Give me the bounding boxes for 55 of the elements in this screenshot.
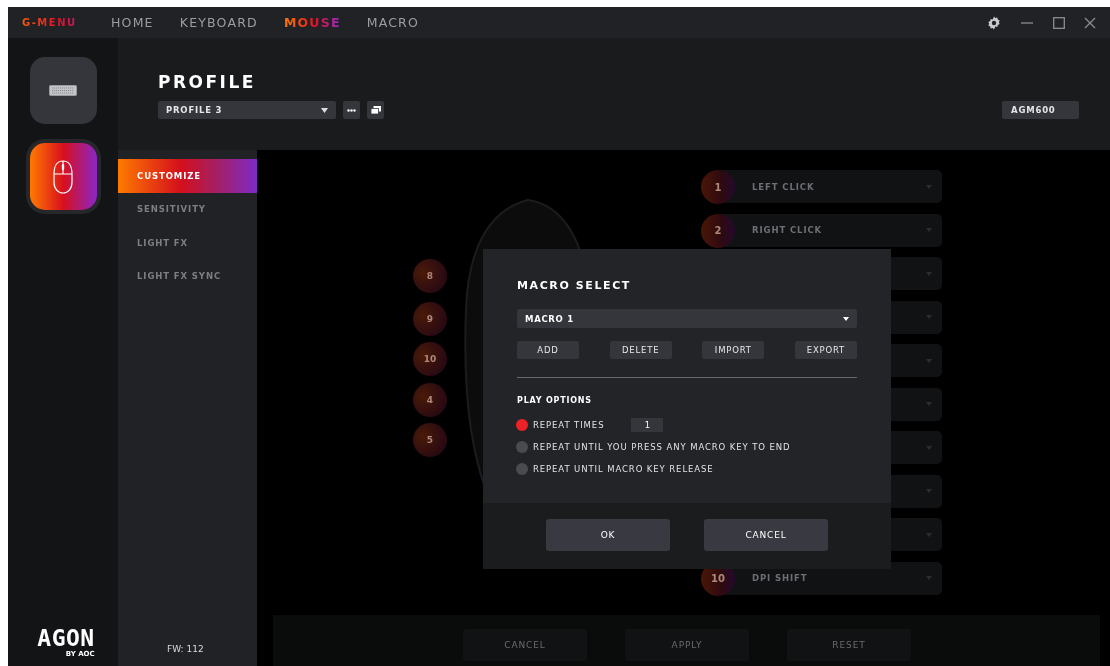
button-number-badge: 1 bbox=[701, 170, 735, 204]
macro-action-button[interactable]: EXPORT bbox=[794, 341, 857, 359]
caret-icon bbox=[926, 184, 932, 189]
macro-action-button[interactable]: DELETE bbox=[609, 341, 672, 359]
nav-tab[interactable]: MACRO bbox=[366, 15, 420, 30]
button-number-badge[interactable]: 9 bbox=[413, 302, 447, 336]
repeat-count-field[interactable]: 1 bbox=[631, 417, 664, 432]
button-number-badge[interactable]: 5 bbox=[413, 423, 447, 457]
nav-tab[interactable]: KEYBOARD bbox=[179, 15, 258, 30]
mouse-icon bbox=[53, 159, 73, 194]
dialog-button[interactable]: OK bbox=[546, 519, 670, 551]
caret-icon bbox=[926, 271, 932, 276]
firmware-version: FW: 112 bbox=[166, 644, 205, 654]
footer-button[interactable]: APPLY bbox=[625, 629, 749, 661]
device-model-label: AGM600 bbox=[1002, 101, 1079, 119]
caret-icon bbox=[321, 107, 328, 113]
dialog-button[interactable]: CANCEL bbox=[704, 519, 828, 551]
macro-action-button[interactable]: ADD bbox=[517, 341, 579, 359]
option-label: REPEAT TIMES bbox=[533, 419, 605, 430]
macro-dropdown[interactable]: MACRO 1 bbox=[517, 309, 857, 328]
subnav-item[interactable]: LIGHT FX bbox=[118, 226, 257, 260]
nav-tab[interactable]: HOME bbox=[111, 15, 154, 30]
settings-icon[interactable] bbox=[987, 15, 1001, 30]
footer-button[interactable]: CANCEL bbox=[463, 629, 587, 661]
button-number-badge[interactable]: 4 bbox=[413, 383, 447, 417]
subnav-item[interactable]: CUSTOMIZE bbox=[118, 159, 257, 193]
caret-icon bbox=[843, 316, 849, 321]
copy-icon bbox=[370, 106, 381, 114]
caret-icon bbox=[926, 445, 932, 450]
caret-icon bbox=[926, 532, 932, 537]
close-icon[interactable] bbox=[1084, 16, 1096, 29]
keyboard-device-button[interactable] bbox=[29, 57, 97, 124]
macro-action-button[interactable]: IMPORT bbox=[702, 341, 765, 359]
profile-title: PROFILE bbox=[158, 72, 257, 92]
button-number-badge: 2 bbox=[701, 213, 735, 248]
more-button[interactable] bbox=[343, 101, 360, 119]
copy-button[interactable] bbox=[367, 101, 384, 119]
maximize-icon[interactable] bbox=[1053, 16, 1065, 29]
section-title: PLAY OPTIONS bbox=[517, 396, 593, 405]
profile-dropdown[interactable]: PROFILE 3 bbox=[158, 101, 336, 119]
radio-button[interactable] bbox=[516, 462, 528, 475]
radio-button[interactable] bbox=[516, 440, 528, 453]
subnav-item[interactable]: LIGHT FX SYNC bbox=[118, 259, 257, 293]
radio-button[interactable] bbox=[516, 418, 528, 431]
dialog-title: MACRO SELECT bbox=[517, 279, 632, 292]
option-label: REPEAT UNTIL MACRO KEY RELEASE bbox=[533, 463, 714, 474]
subnav-item[interactable]: SENSITIVITY bbox=[118, 192, 257, 226]
nav-tab[interactable]: MOUSE bbox=[283, 15, 341, 30]
keyboard-icon bbox=[49, 85, 77, 96]
button-number-badge[interactable]: 8 bbox=[413, 259, 447, 293]
button-number-badge[interactable]: 10 bbox=[413, 342, 447, 376]
caret-icon bbox=[926, 358, 932, 363]
option-label: REPEAT UNTIL YOU PRESS ANY MACRO KEY TO END bbox=[533, 441, 791, 452]
footer-button[interactable]: RESET bbox=[787, 629, 911, 661]
ellipsis-icon bbox=[347, 108, 356, 112]
